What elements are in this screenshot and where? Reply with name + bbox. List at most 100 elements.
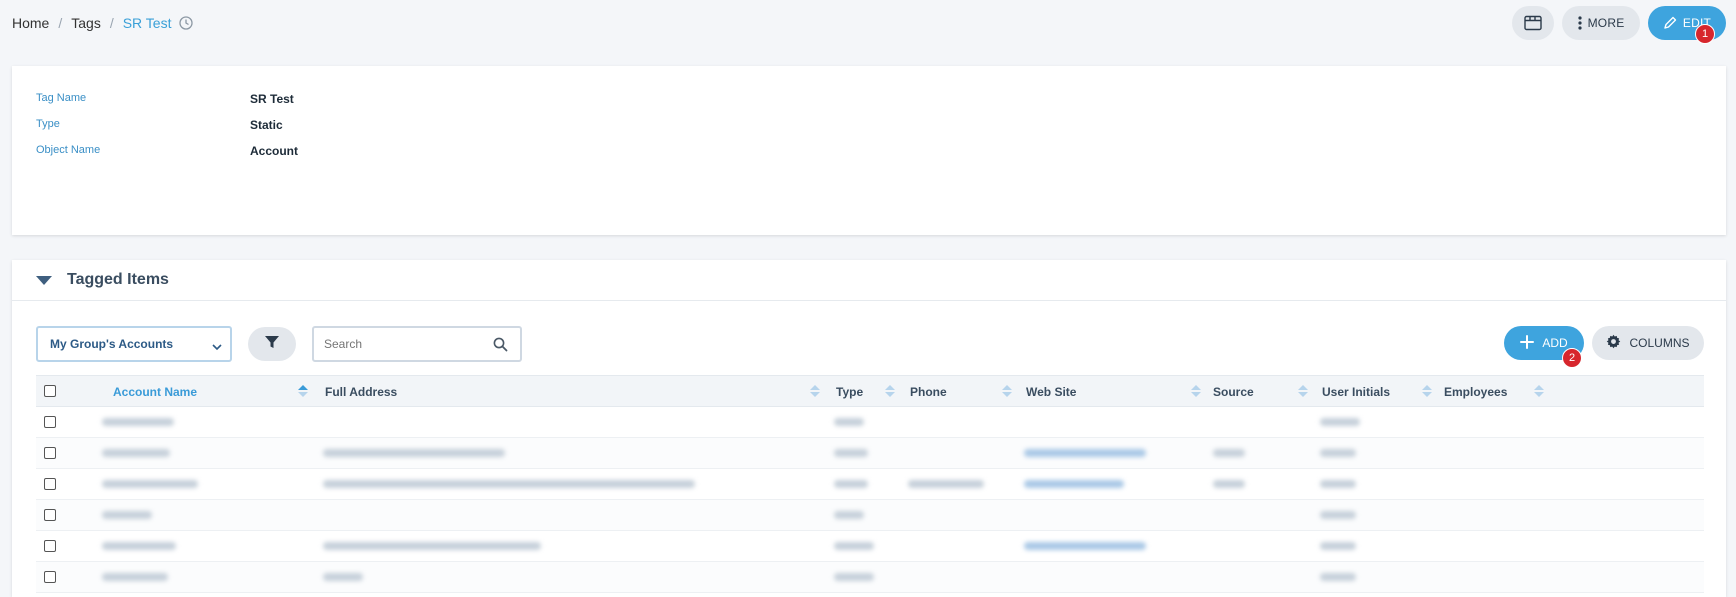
field-value: Account — [250, 144, 298, 158]
columns-label: COLUMNS — [1629, 336, 1690, 350]
sort-icon[interactable] — [298, 385, 308, 399]
chevron-down-icon — [212, 340, 222, 354]
redacted-type — [834, 511, 864, 519]
add-button[interactable]: ADD 2 — [1504, 326, 1584, 368]
redacted-account-name — [102, 573, 168, 581]
row-checkbox[interactable] — [44, 478, 56, 490]
redacted-web-site — [1024, 480, 1124, 488]
redacted-user-initials — [1320, 573, 1356, 581]
redacted-source — [1213, 449, 1245, 457]
redacted-type — [834, 480, 868, 488]
column-header-employees[interactable]: Employees — [1444, 385, 1507, 399]
search-icon[interactable] — [493, 337, 508, 357]
row-checkbox[interactable] — [44, 509, 56, 521]
redacted-address — [323, 573, 363, 581]
tagged-items-header[interactable]: Tagged Items — [12, 260, 1726, 301]
view-select[interactable]: My Group's Accounts — [36, 326, 232, 362]
table-row[interactable] — [36, 562, 1704, 593]
redacted-phone — [908, 480, 984, 488]
table-row[interactable] — [36, 531, 1704, 562]
redacted-user-initials — [1320, 542, 1356, 550]
row-checkbox[interactable] — [44, 540, 56, 552]
column-header-account-name[interactable]: Account Name — [113, 385, 197, 399]
breadcrumb-tags[interactable]: Tags — [71, 15, 101, 31]
column-header-web-site[interactable]: Web Site — [1026, 385, 1076, 399]
filter-icon — [264, 334, 280, 355]
breadcrumb-home[interactable]: Home — [12, 15, 49, 31]
field-value: SR Test — [250, 92, 294, 106]
redacted-account-name — [102, 511, 152, 519]
breadcrumb-separator: / — [58, 15, 63, 31]
filter-button[interactable] — [248, 327, 296, 361]
column-header-phone[interactable]: Phone — [910, 385, 947, 399]
redacted-user-initials — [1320, 480, 1356, 488]
columns-button[interactable]: COLUMNS — [1592, 326, 1704, 360]
column-header-user-initials[interactable]: User Initials — [1322, 385, 1390, 399]
row-checkbox[interactable] — [44, 571, 56, 583]
add-label: ADD — [1542, 336, 1568, 350]
top-bar: Home / Tags / SR Test MORE EDIT 1 — [0, 0, 1736, 48]
redacted-address — [323, 480, 695, 488]
clock-icon[interactable] — [179, 16, 194, 30]
redacted-web-site — [1024, 542, 1146, 550]
field-type: Type Static — [36, 118, 283, 132]
top-actions: MORE EDIT 1 — [1512, 6, 1726, 44]
redacted-type — [834, 573, 874, 581]
row-checkbox[interactable] — [44, 416, 56, 428]
breadcrumb-separator: / — [109, 15, 114, 31]
column-header-full-address[interactable]: Full Address — [325, 385, 397, 399]
sort-icon[interactable] — [1534, 385, 1544, 399]
tagged-items-card: Tagged Items My Group's Accounts ADD 2 C… — [12, 260, 1726, 597]
tagged-items-table: Account Name Full Address Type Phone Web… — [36, 375, 1704, 593]
add-step-badge: 2 — [1562, 348, 1582, 368]
pencil-icon — [1663, 16, 1677, 30]
redacted-account-name — [102, 449, 170, 457]
plus-icon — [1520, 334, 1535, 352]
table-row[interactable] — [36, 438, 1704, 469]
edit-button[interactable]: EDIT 1 — [1648, 6, 1726, 44]
breadcrumb: Home / Tags / SR Test — [12, 15, 194, 31]
redacted-type — [834, 418, 864, 426]
sort-icon[interactable] — [1191, 385, 1201, 399]
redacted-address — [323, 542, 541, 550]
redacted-account-name — [102, 418, 174, 426]
table-row[interactable] — [36, 500, 1704, 531]
caret-down-icon[interactable] — [36, 275, 52, 285]
sort-icon[interactable] — [885, 385, 895, 399]
search-input[interactable] — [324, 337, 484, 351]
view-select-value: My Group's Accounts — [50, 337, 174, 351]
search-box — [312, 326, 522, 362]
edit-step-badge: 1 — [1695, 24, 1715, 44]
tag-details-card: Tag Name SR Test Type Static Object Name… — [12, 66, 1726, 235]
redacted-account-name — [102, 480, 198, 488]
redacted-user-initials — [1320, 418, 1360, 426]
select-all-checkbox[interactable] — [44, 385, 56, 397]
table-row[interactable] — [36, 469, 1704, 500]
column-header-source[interactable]: Source — [1213, 385, 1254, 399]
panel-icon — [1524, 15, 1542, 31]
sort-icon[interactable] — [810, 385, 820, 399]
sort-icon[interactable] — [1422, 385, 1432, 399]
redacted-source — [1213, 480, 1245, 488]
section-title: Tagged Items — [67, 271, 169, 288]
redacted-address — [323, 449, 505, 457]
more-button[interactable]: MORE — [1562, 6, 1640, 40]
field-label: Object Name — [36, 144, 101, 156]
table-row[interactable] — [36, 407, 1704, 438]
column-header-type[interactable]: Type — [836, 385, 863, 399]
redacted-user-initials — [1320, 511, 1356, 519]
table-body — [36, 407, 1704, 593]
row-checkbox[interactable] — [44, 447, 56, 459]
redacted-user-initials — [1320, 449, 1356, 457]
sort-icon[interactable] — [1002, 385, 1012, 399]
field-label: Type — [36, 118, 60, 130]
table-header: Account Name Full Address Type Phone Web… — [36, 375, 1704, 407]
redacted-type — [834, 449, 868, 457]
field-label: Tag Name — [36, 92, 87, 104]
panel-toggle-button[interactable] — [1512, 6, 1554, 40]
gear-icon — [1606, 334, 1621, 352]
field-object-name: Object Name Account — [36, 144, 298, 158]
field-value: Static — [250, 118, 283, 132]
sort-icon[interactable] — [1298, 385, 1308, 399]
redacted-account-name — [102, 542, 176, 550]
